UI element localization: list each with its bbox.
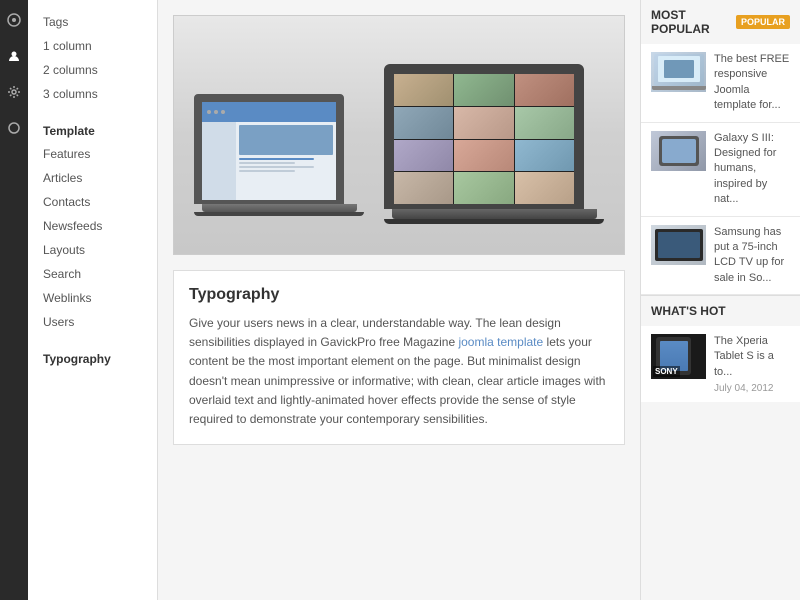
typography-title: Typography: [189, 286, 609, 304]
popular-article-2-text: Galaxy S III: Designed for humans, inspi…: [714, 131, 790, 208]
user-icon[interactable]: [2, 44, 26, 68]
popular-thumb-3: [651, 225, 706, 265]
nav-search[interactable]: Search: [28, 262, 157, 286]
nav-users[interactable]: Users: [28, 310, 157, 334]
hot-thumb-1: SONY: [651, 334, 706, 379]
popular-thumb-2: [651, 131, 706, 171]
typography-body: Give your users news in a clear, underst…: [189, 314, 609, 429]
template-section-title: Template: [28, 116, 157, 142]
hot-article-date: July 04, 2012: [714, 383, 790, 394]
nav-section-typography: Typography: [28, 344, 157, 370]
whats-hot-title: WHAT'S HOT: [651, 304, 790, 318]
typography-section-title: Typography: [28, 344, 157, 370]
nav-features[interactable]: Features: [28, 142, 157, 166]
settings-icon[interactable]: [2, 80, 26, 104]
laptop-right: [384, 64, 604, 255]
nav-3columns[interactable]: 3 columns: [28, 82, 157, 106]
joomla-template-link[interactable]: joomla template: [458, 335, 543, 349]
hot-thumb-label: SONY: [653, 366, 680, 377]
most-popular-header: MOST POPULAR POPULAR: [641, 0, 800, 44]
nav-section-main: Tags 1 column 2 columns 3 columns: [28, 10, 157, 106]
nav-articles[interactable]: Articles: [28, 166, 157, 190]
nav-section-template: Template Features Articles Contacts News…: [28, 116, 157, 334]
circle-icon[interactable]: [2, 116, 26, 140]
most-popular-title: MOST POPULAR: [651, 8, 728, 36]
popular-thumb-1: [651, 52, 706, 92]
right-sidebar: MOST POPULAR POPULAR The best FREE respo…: [640, 0, 800, 600]
popular-article-2[interactable]: Galaxy S III: Designed for humans, inspi…: [641, 123, 800, 217]
nav-1column[interactable]: 1 column: [28, 34, 157, 58]
popular-article-3[interactable]: Samsung has put a 75-inch LCD TV up for …: [641, 217, 800, 296]
whats-hot-header: WHAT'S HOT: [641, 295, 800, 326]
laptop-left: [194, 94, 364, 254]
thumb-laptop-image: [651, 52, 706, 92]
nav-sidebar: Tags 1 column 2 columns 3 columns Templa…: [28, 0, 158, 600]
nav-layouts[interactable]: Layouts: [28, 238, 157, 262]
hot-article-1[interactable]: SONY The Xperia Tablet S is a to... July…: [641, 326, 800, 402]
nav-contacts[interactable]: Contacts: [28, 190, 157, 214]
popular-badge: POPULAR: [736, 15, 790, 29]
nav-tags[interactable]: Tags: [28, 10, 157, 34]
laptop-screen-left: [194, 94, 344, 204]
icon-sidebar: [0, 0, 28, 600]
hot-article-text: The Xperia Tablet S is a to... July 04, …: [714, 334, 790, 394]
popular-article-1[interactable]: The best FREE responsive Joomla template…: [641, 44, 800, 123]
laptop-screen-right: [384, 64, 584, 209]
home-icon[interactable]: [2, 8, 26, 32]
hero-image: [173, 15, 625, 255]
popular-article-1-text: The best FREE responsive Joomla template…: [714, 52, 790, 114]
popular-article-3-text: Samsung has put a 75-inch LCD TV up for …: [714, 225, 790, 287]
nav-weblinks[interactable]: Weblinks: [28, 286, 157, 310]
typography-section: Typography Give your users news in a cle…: [173, 270, 625, 445]
laptops-container: [194, 16, 604, 254]
main-content: Typography Give your users news in a cle…: [158, 0, 640, 600]
nav-newsfeeds[interactable]: Newsfeeds: [28, 214, 157, 238]
nav-2columns[interactable]: 2 columns: [28, 58, 157, 82]
hot-article-title: The Xperia Tablet S is a to...: [714, 334, 790, 380]
